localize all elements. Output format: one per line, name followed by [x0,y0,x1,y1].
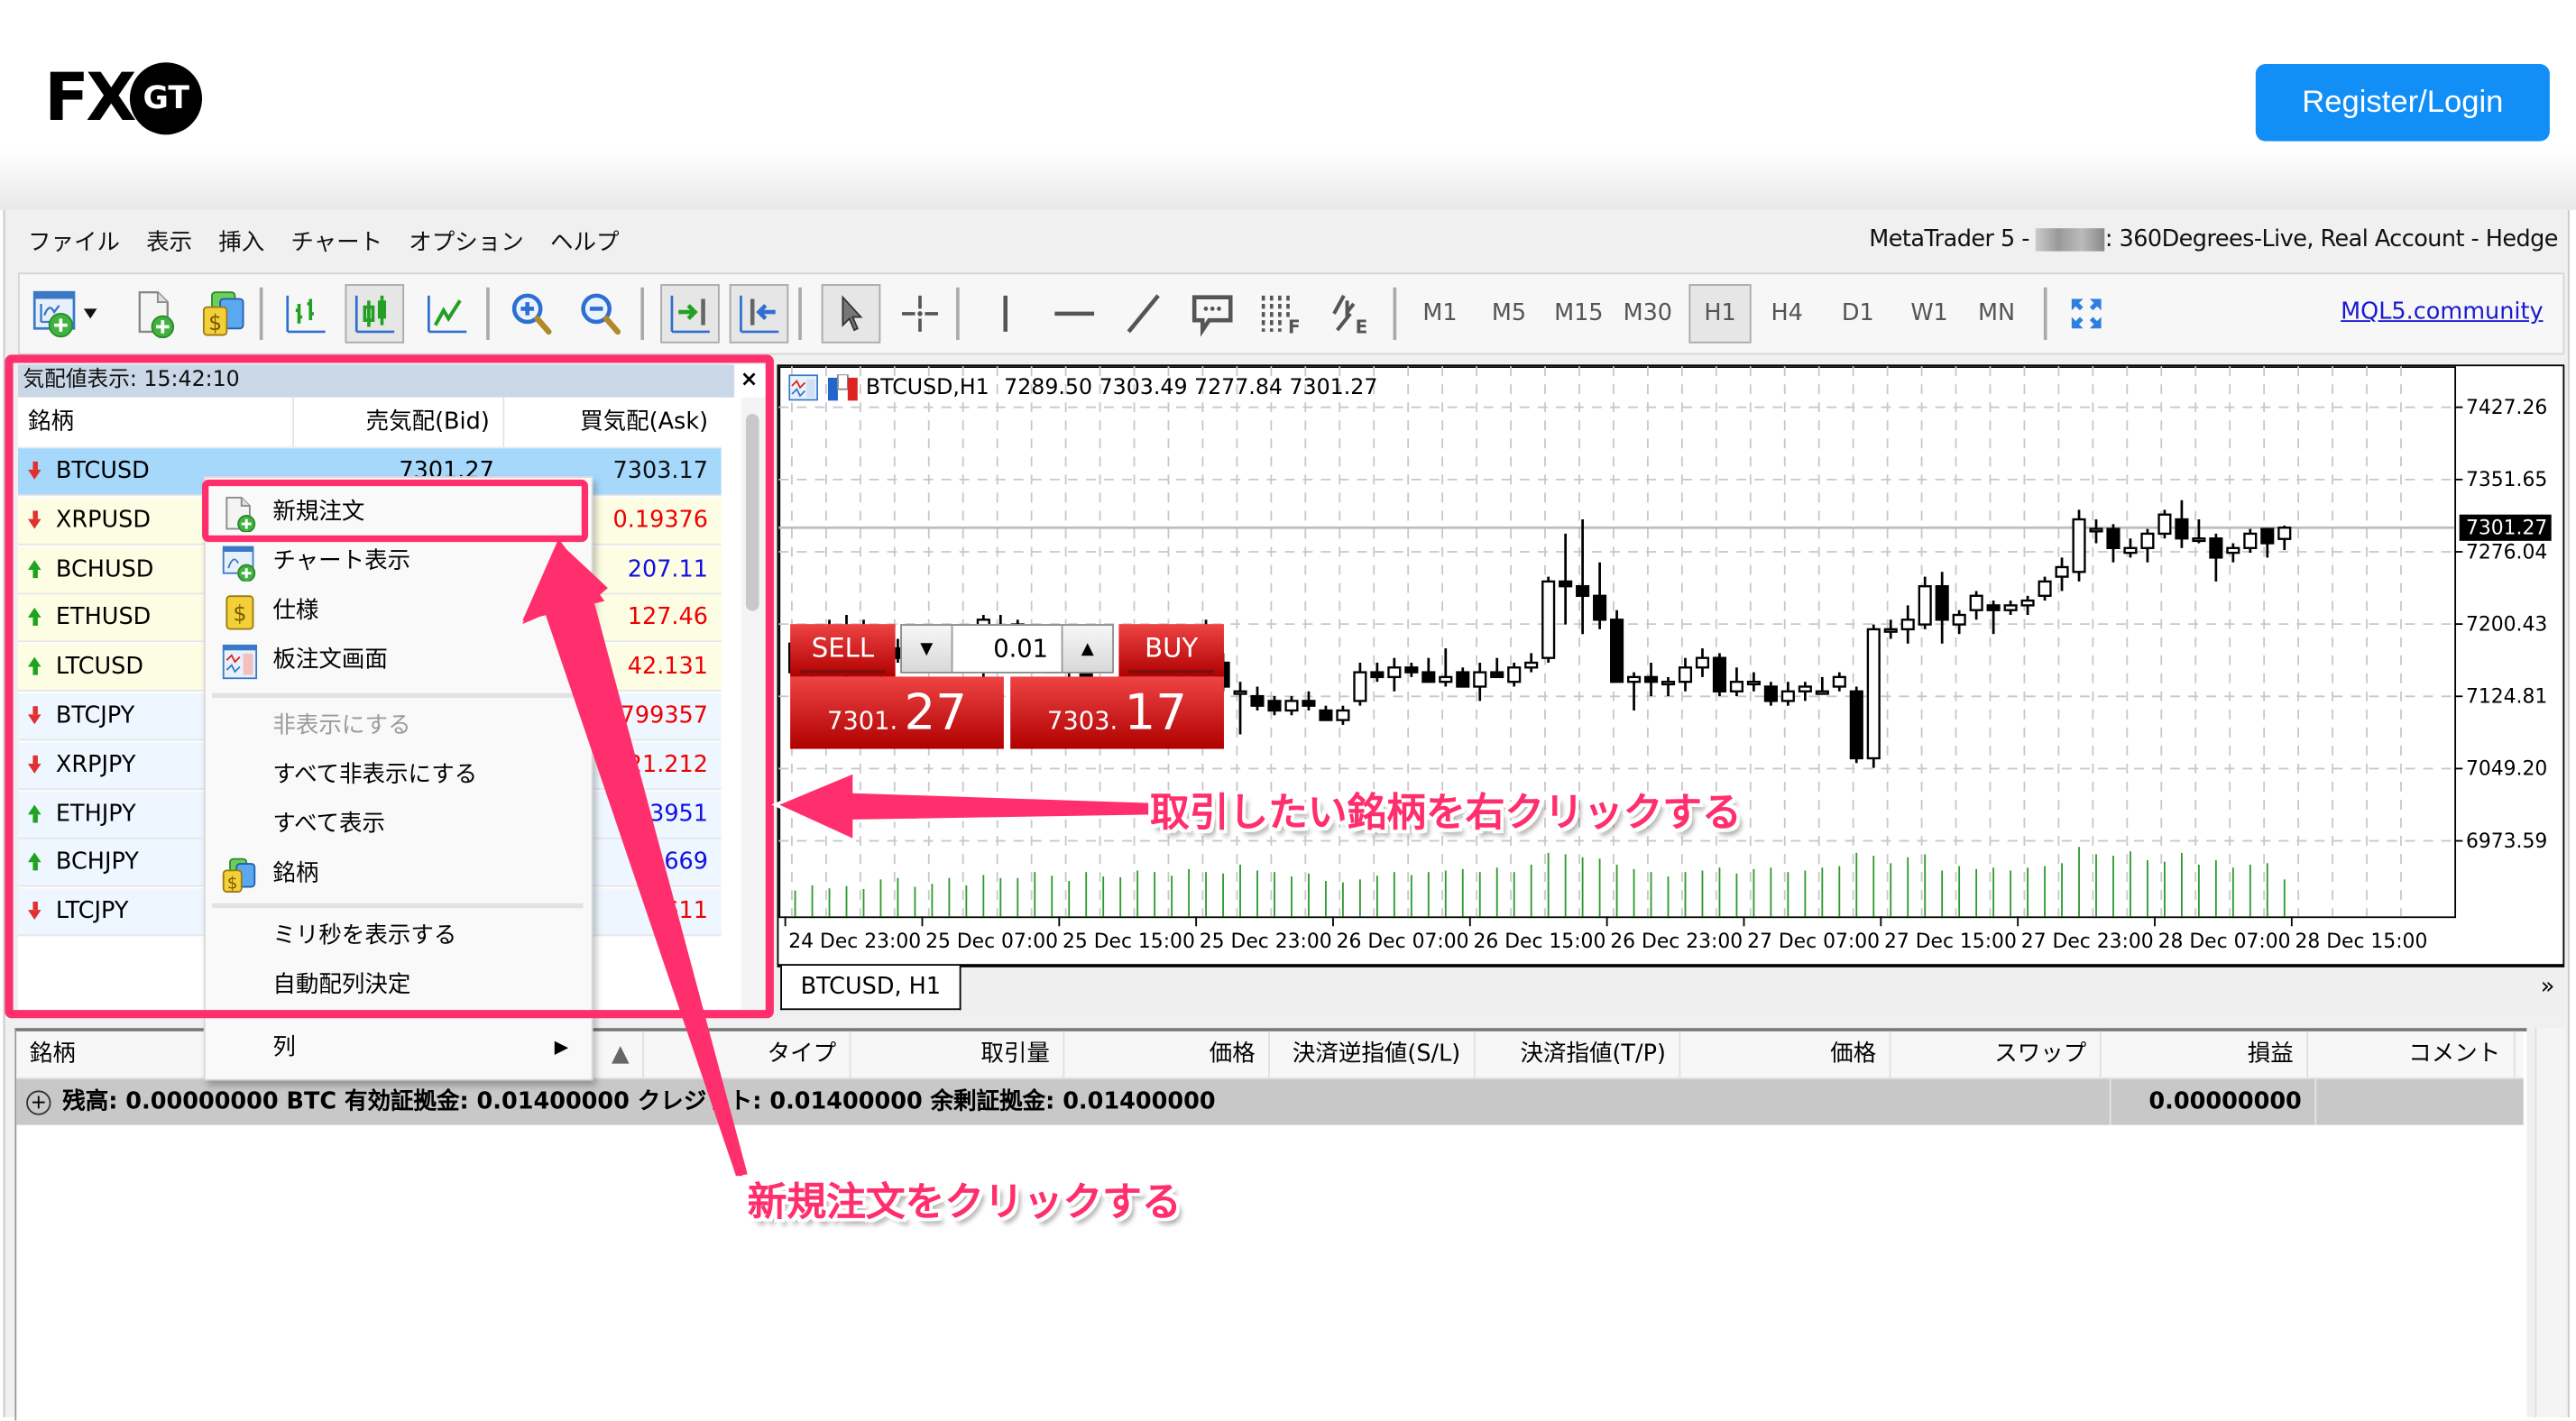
arrow-to-new-order [522,538,748,1177]
annotation-right-click: 取引したい銘柄を右クリックする [1150,790,1742,837]
annotation-click-new-order: 新規注文をクリックする [747,1178,1182,1225]
annotation-arrows [522,538,1152,1177]
arrow-to-market-watch [771,769,1152,844]
